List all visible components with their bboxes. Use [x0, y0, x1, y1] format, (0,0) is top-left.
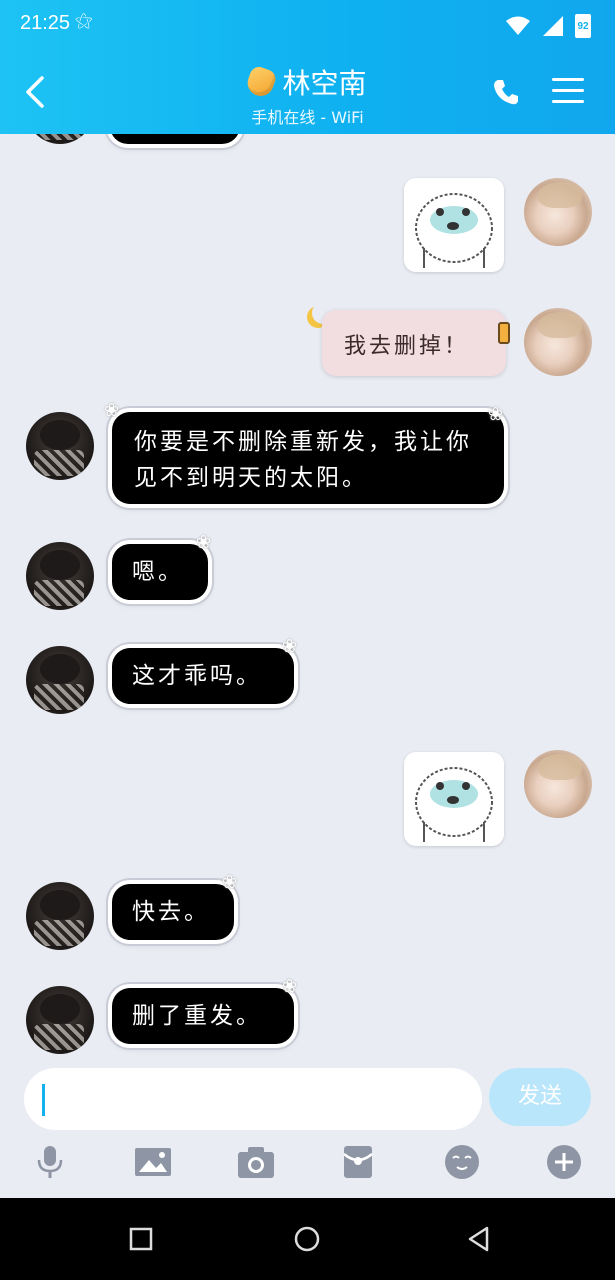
bow-icon: ❀	[282, 636, 298, 657]
message-bubble[interactable]: 快去。	[112, 884, 234, 940]
home-icon[interactable]	[294, 1226, 320, 1252]
signal-icon	[543, 16, 563, 36]
contact-status: 手机在线 - WiFi	[251, 108, 364, 127]
microphone-icon[interactable]	[32, 1144, 68, 1180]
phone-icon[interactable]	[492, 78, 520, 106]
message-bubble[interactable]: 你要是不删除重新发，我让你见不到明天的太阳。	[112, 412, 504, 504]
recents-icon[interactable]	[128, 1226, 154, 1252]
message-bubble[interactable]: 嗯。	[112, 544, 208, 600]
lantern-icon	[498, 322, 510, 344]
avatar[interactable]	[26, 134, 94, 144]
image-icon[interactable]	[134, 1144, 172, 1180]
message-text: 嗯。	[132, 559, 184, 585]
input-bar: 发送	[0, 1056, 615, 1198]
contact-avatar[interactable]	[26, 882, 94, 950]
message-bubble[interactable]: 这才乖吗。	[112, 648, 294, 704]
message-input[interactable]	[24, 1068, 482, 1130]
message-bubble[interactable]: 删了重发。	[112, 988, 294, 1044]
message-bubble-partial	[110, 134, 240, 144]
contact-avatar[interactable]	[26, 986, 94, 1054]
message-bubble[interactable]: 我去删掉！	[322, 310, 506, 376]
bow-icon: ❀	[488, 404, 504, 425]
text-cursor	[42, 1084, 45, 1116]
contact-avatar[interactable]	[26, 412, 94, 480]
system-navigation-bar	[0, 1198, 615, 1280]
bear-sticker[interactable]	[404, 178, 504, 272]
bow-icon: ❀	[282, 976, 298, 997]
chat-messages[interactable]: 我去删掉！ 你要是不删除重新发，我让你见不到明天的太阳。 ❀ ❀ 嗯。 ❀ 这才…	[0, 134, 615, 1056]
contact-name: 林空南	[282, 67, 367, 100]
send-button[interactable]: 发送	[489, 1068, 591, 1126]
my-avatar[interactable]	[524, 178, 592, 246]
magic-wand-icon: ⚝	[75, 10, 93, 31]
emoji-icon[interactable]	[444, 1144, 480, 1180]
status-icons: 92	[505, 14, 591, 38]
chat-header: 21:25 ⚝ 92 林空南 手机在线 - WiFi	[0, 0, 615, 134]
message-text: 我去删掉！	[344, 334, 470, 359]
message-text: 这才乖吗。	[132, 663, 262, 689]
message-text: 你要是不删除重新发，我让你见不到明天的太阳。	[134, 429, 472, 491]
wifi-icon	[506, 16, 530, 35]
back-nav-icon[interactable]	[466, 1226, 492, 1252]
red-packet-icon[interactable]	[340, 1144, 376, 1180]
bow-icon: ❀	[196, 532, 212, 553]
bear-sticker-image	[415, 767, 493, 842]
plus-icon[interactable]	[546, 1144, 582, 1180]
contact-avatar[interactable]	[26, 646, 94, 714]
contact-title[interactable]: 林空南 手机在线 - WiFi	[0, 62, 615, 128]
contact-avatar[interactable]	[26, 542, 94, 610]
battery-icon: 92	[575, 14, 591, 38]
my-avatar[interactable]	[524, 308, 592, 376]
status-time: 21:25	[20, 12, 71, 34]
bow-icon: ❀	[222, 872, 238, 893]
bear-sticker[interactable]	[404, 752, 504, 846]
message-text: 快去。	[132, 899, 210, 925]
menu-icon[interactable]	[552, 78, 584, 106]
bear-sticker-image	[415, 193, 493, 268]
vip-badge-icon	[244, 64, 279, 100]
bow-icon: ❀	[104, 400, 120, 421]
camera-icon[interactable]	[236, 1144, 276, 1180]
my-avatar[interactable]	[524, 750, 592, 818]
message-text: 删了重发。	[132, 1003, 262, 1029]
